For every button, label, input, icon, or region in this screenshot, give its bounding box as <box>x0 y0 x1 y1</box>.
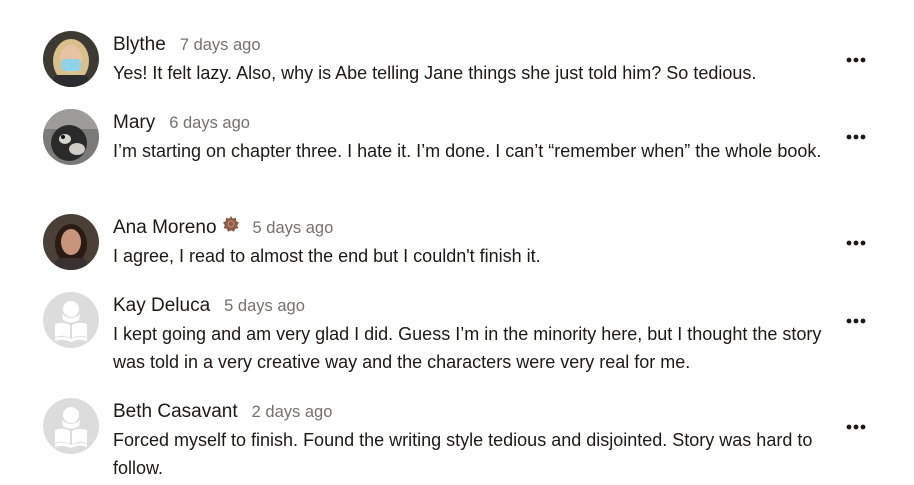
comment-timestamp: 6 days ago <box>169 113 250 132</box>
more-options-icon <box>846 318 866 324</box>
avatar-photo-blythe <box>43 31 99 87</box>
comment-text: Yes! It felt lazy. Also, why is Abe tell… <box>113 63 757 83</box>
comment-content: Kay Deluca 5 days ago I kept going and a… <box>113 292 843 376</box>
comment-text: I’m starting on chapter three. I hate it… <box>113 141 822 161</box>
avatar[interactable] <box>43 398 99 454</box>
comment-text: I agree, I read to almost the end but I … <box>113 246 541 266</box>
comment-content: Ana Moreno 5 days ago I agree, I read to… <box>113 214 843 270</box>
more-options-button[interactable] <box>842 50 870 70</box>
comment-content: Beth Casavant 2 days ago Forced myself t… <box>113 398 843 482</box>
default-reader-icon <box>43 398 99 454</box>
avatar[interactable] <box>43 31 99 87</box>
comment-text: I kept going and am very glad I did. Gue… <box>113 324 822 372</box>
comment-meta: Mary 6 days ago <box>113 109 843 137</box>
comment-meta: Kay Deluca 5 days ago <box>113 292 843 320</box>
author-name[interactable]: Kay Deluca <box>113 295 210 317</box>
avatar[interactable] <box>43 214 99 270</box>
more-options-icon <box>846 134 866 140</box>
author-name[interactable]: Blythe <box>113 34 166 56</box>
comment-timestamp: 5 days ago <box>252 218 334 237</box>
more-options-button[interactable] <box>842 127 870 147</box>
comment-content: Mary 6 days ago I’m starting on chapter … <box>113 109 843 165</box>
comment-timestamp: 2 days ago <box>251 402 333 421</box>
avatar-photo-ana <box>43 214 99 270</box>
avatar[interactable] <box>43 292 99 348</box>
comment-meta: Beth Casavant 2 days ago <box>113 398 843 426</box>
more-options-icon <box>846 240 866 246</box>
more-options-button[interactable] <box>842 417 870 437</box>
author-name[interactable]: Ana Moreno <box>113 217 217 239</box>
author-name[interactable]: Mary <box>113 112 155 134</box>
default-reader-icon <box>43 292 99 348</box>
comment-timestamp: 5 days ago <box>224 296 305 315</box>
more-options-icon <box>846 57 866 63</box>
avatar-photo-mary <box>43 109 99 165</box>
comment-meta: Ana Moreno 5 days ago <box>113 214 843 242</box>
author-name[interactable]: Beth Casavant <box>113 401 238 423</box>
more-options-icon <box>846 424 866 430</box>
avatar[interactable] <box>43 109 99 165</box>
more-options-button[interactable] <box>842 233 870 253</box>
comment-timestamp: 7 days ago <box>179 35 261 54</box>
comment-meta: Blythe 7 days ago <box>113 31 843 59</box>
comment-content: Blythe 7 days ago Yes! It felt lazy. Als… <box>113 31 843 87</box>
author-badge-icon <box>222 216 239 232</box>
more-options-button[interactable] <box>842 311 870 331</box>
comment-text: Forced myself to finish. Found the writi… <box>113 430 813 478</box>
